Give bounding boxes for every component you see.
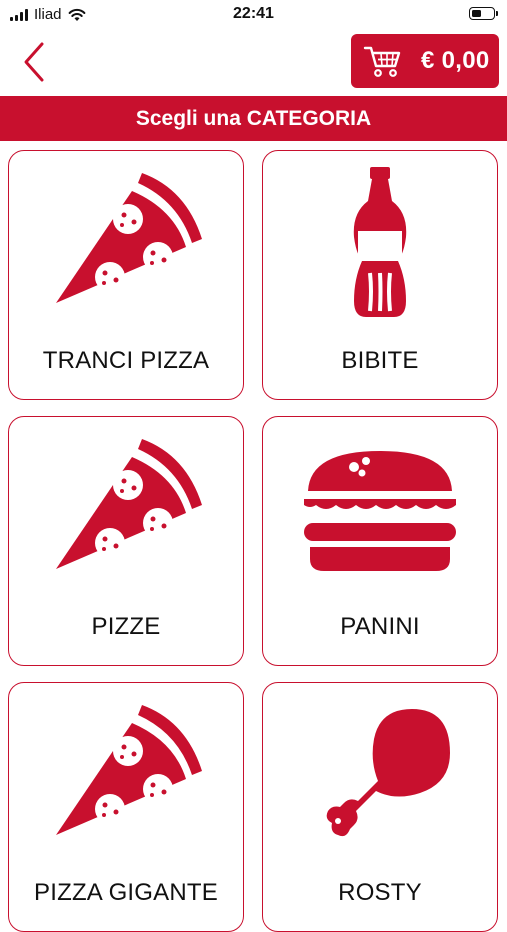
soda-bottle-icon: [300, 161, 460, 321]
category-label: TRANCI PIZZA: [42, 347, 210, 374]
category-label: ROSTY: [338, 879, 422, 906]
category-label: BIBITE: [341, 347, 419, 374]
battery-level: [471, 9, 481, 17]
category-card-pizze[interactable]: PIZZE: [8, 416, 244, 666]
category-label: PIZZE: [91, 613, 161, 640]
category-card-tranci-pizza[interactable]: TRANCI PIZZA: [8, 150, 244, 400]
status-bar: Iliad 22:41: [0, 0, 507, 30]
pizza-slice-icon: [46, 161, 206, 321]
category-card-rosty[interactable]: ROSTY: [262, 682, 498, 932]
chevron-left-icon: [24, 42, 44, 82]
cart-button[interactable]: € 0,00: [351, 34, 499, 88]
status-time: 22:41: [233, 5, 274, 22]
pizza-slice-icon: [46, 427, 206, 587]
burger-icon: [300, 427, 460, 587]
back-button[interactable]: [14, 38, 54, 86]
category-header-title: Scegli una CATEGORIA: [135, 106, 372, 130]
category-header: Scegli una CATEGORIA: [0, 96, 507, 141]
pizza-slice-icon: [46, 693, 206, 853]
category-card-pizza-gigante[interactable]: PIZZA GIGANTE: [8, 682, 244, 932]
category-label: PANINI: [340, 613, 420, 640]
cart-total: € 0,00: [421, 47, 490, 74]
category-card-panini[interactable]: PANINI: [262, 416, 498, 666]
chicken-leg-icon: [300, 693, 460, 853]
battery-icon: [469, 7, 498, 20]
category-label: PIZZA GIGANTE: [34, 879, 218, 906]
category-card-bibite[interactable]: BIBITE: [262, 150, 498, 400]
shopping-cart-icon: [363, 46, 401, 77]
